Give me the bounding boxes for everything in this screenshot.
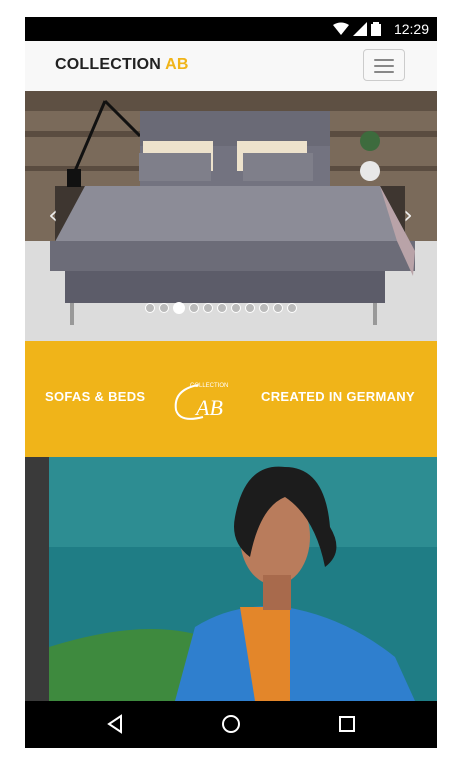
brand-main-text: COLLECTION xyxy=(55,56,161,73)
back-icon[interactable] xyxy=(105,714,125,734)
carousel-dot[interactable] xyxy=(231,303,241,313)
status-time: 12:29 xyxy=(393,21,429,37)
carousel-dots xyxy=(145,302,297,317)
carousel-dot[interactable] xyxy=(203,303,213,313)
status-icons xyxy=(333,22,381,36)
brand-banner: SOFAS & BEDS COLLECTION AB CREATED IN GE… xyxy=(25,341,437,457)
hamburger-menu-icon xyxy=(374,59,394,61)
brand-accent-text: AB xyxy=(165,56,189,73)
battery-icon xyxy=(371,22,381,36)
carousel-dot[interactable] xyxy=(173,302,185,314)
wifi-icon xyxy=(333,22,349,35)
carousel-dot[interactable] xyxy=(245,303,255,313)
recents-icon[interactable] xyxy=(337,714,357,734)
hamburger-line xyxy=(374,65,394,67)
banner-right-text: CREATED IN GERMANY xyxy=(261,389,415,404)
banner-left-text: SOFAS & BEDS xyxy=(45,389,146,404)
carousel-dot[interactable] xyxy=(217,303,227,313)
carousel-dot[interactable] xyxy=(287,303,297,313)
brand-logo[interactable]: COLLECTION AB xyxy=(55,56,189,74)
system-navigation-bar xyxy=(25,701,437,748)
top-navbar: COLLECTION AB xyxy=(25,41,437,92)
hamburger-menu-button[interactable] xyxy=(363,49,405,81)
collection-ab-logo: COLLECTION AB xyxy=(174,383,228,420)
painting-image xyxy=(25,457,437,701)
carousel-dot[interactable] xyxy=(259,303,269,313)
carousel-dot[interactable] xyxy=(189,303,199,313)
carousel-dot[interactable] xyxy=(273,303,283,313)
signal-icon xyxy=(353,22,367,36)
phone-screen: 12:29 COLLECTION AB ‹ › SOFAS & BEDS COL… xyxy=(25,17,437,748)
hamburger-line xyxy=(374,71,394,73)
logo-large-text: AB xyxy=(194,395,223,420)
chevron-right-icon[interactable]: › xyxy=(398,201,418,229)
hero-carousel[interactable]: ‹ › xyxy=(25,91,437,341)
carousel-dot[interactable] xyxy=(159,303,169,313)
chevron-left-icon[interactable]: ‹ xyxy=(43,201,63,229)
status-bar: 12:29 xyxy=(25,17,437,41)
carousel-dot[interactable] xyxy=(145,303,155,313)
portrait-painting xyxy=(25,457,437,701)
home-icon[interactable] xyxy=(221,714,241,734)
logo-small-text: COLLECTION xyxy=(190,383,228,389)
